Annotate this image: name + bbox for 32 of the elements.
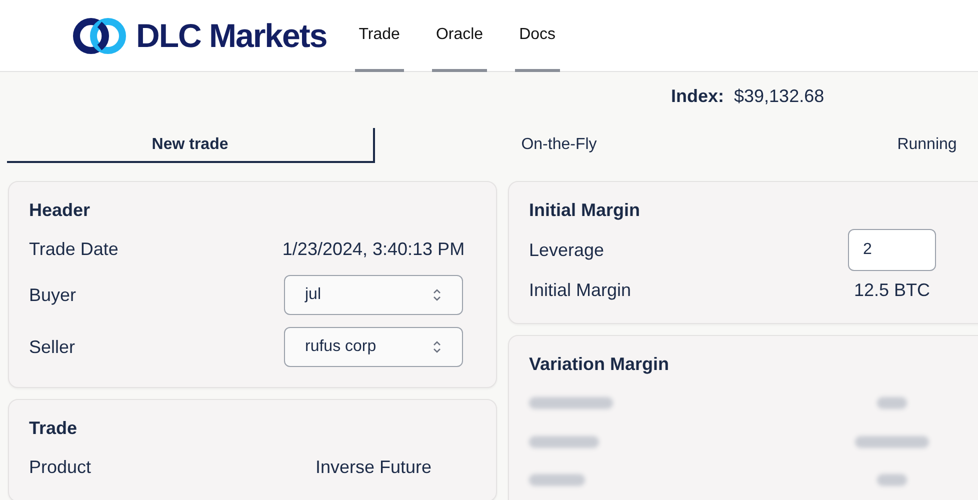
card-title: Initial Margin	[529, 200, 642, 221]
blurred-label	[529, 436, 599, 448]
field-value: Inverse Future	[315, 456, 432, 478]
field-label: Buyer	[29, 284, 76, 306]
field-label: Seller	[29, 336, 76, 358]
field-value: 12.5 BTC	[854, 280, 930, 300]
field-label: Leverage	[529, 240, 604, 260]
field-value: 1/23/2024, 3:40:13 PM	[282, 238, 465, 260]
nav-link[interactable]: Docs	[515, 0, 560, 72]
blurred-label	[529, 474, 585, 486]
field-label: Product	[29, 456, 92, 478]
select-field[interactable]: jul	[284, 275, 463, 315]
tab[interactable]: On-the-Fly	[375, 128, 743, 163]
chevron-up-down-icon	[432, 288, 442, 302]
card-title: Trade	[29, 418, 78, 439]
chevron-up-down-icon	[432, 340, 442, 354]
tab[interactable]: Running	[743, 128, 978, 163]
blurred-value	[877, 474, 907, 486]
blurred-value	[877, 397, 907, 409]
input-field[interactable]: 2	[848, 229, 936, 271]
index-label: Index:	[671, 86, 724, 108]
index-value: $39,132.68	[734, 86, 824, 108]
select-field[interactable]: rufus corp	[284, 327, 463, 367]
tab[interactable]: New trade	[7, 128, 375, 163]
nav-link[interactable]: Oracle	[432, 0, 488, 72]
field-label: Initial Margin	[529, 280, 632, 300]
card-title: Header	[29, 200, 92, 221]
rings-logo-icon	[72, 16, 128, 56]
card-title: Variation Margin	[529, 354, 670, 375]
field-label: Trade Date	[29, 238, 118, 260]
nav-link[interactable]: Trade	[354, 0, 404, 72]
brand-name: DLC Markets	[136, 16, 327, 54]
